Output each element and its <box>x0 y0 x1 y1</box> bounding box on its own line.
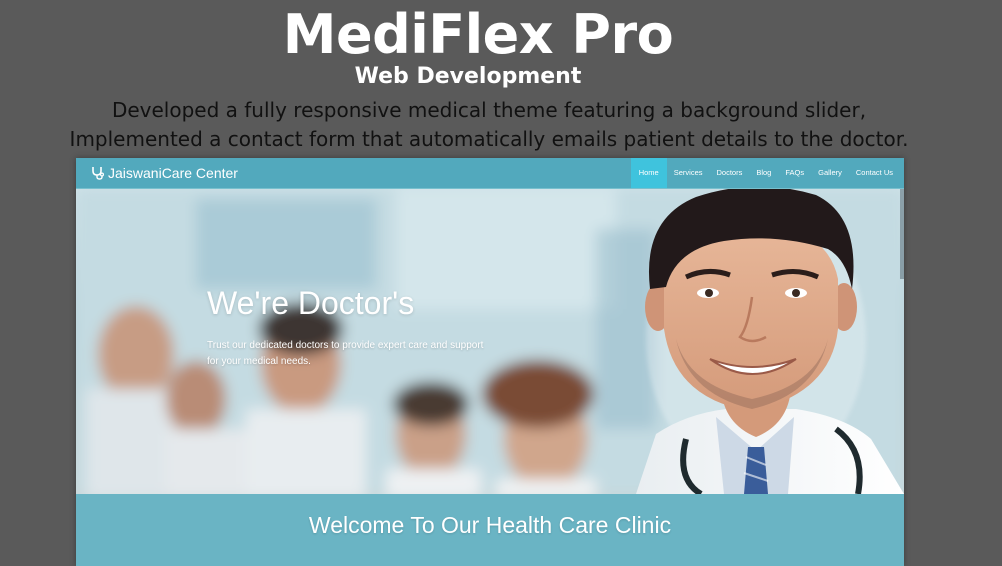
hero-text: Trust our dedicated doctors to provide e… <box>207 340 484 367</box>
nav-faqs[interactable]: FAQs <box>778 158 811 188</box>
project-description: Developed a fully responsive medical the… <box>0 96 978 154</box>
project-title: MediFlex Pro <box>282 3 674 66</box>
nav-home[interactable]: Home <box>630 158 667 188</box>
site-brand[interactable]: JaiswaniCare Center <box>91 163 238 183</box>
nav-contact-us[interactable]: Contact Us <box>849 158 900 188</box>
website-screenshot: JaiswaniCare Center Home Services Doctor… <box>76 158 904 566</box>
hero-slider: We're Doctor's Trust our dedicated docto… <box>76 189 904 494</box>
site-nav: Home Services Doctors Blog FAQs Gallery … <box>630 158 900 188</box>
site-navbar: JaiswaniCare Center Home Services Doctor… <box>76 158 904 189</box>
description-line: Implemented a contact form that automati… <box>69 127 909 151</box>
nav-doctors[interactable]: Doctors <box>710 158 750 188</box>
project-subtitle: Web Development <box>354 64 582 89</box>
nav-blog[interactable]: Blog <box>749 158 778 188</box>
hero-heading: We're Doctor's <box>207 285 415 321</box>
nav-gallery[interactable]: Gallery <box>811 158 849 188</box>
welcome-band: Welcome To Our Health Care Clinic <box>76 494 904 566</box>
nav-services[interactable]: Services <box>667 158 710 188</box>
description-line: Developed a fully responsive medical the… <box>111 98 867 122</box>
site-brand-name: JaiswaniCare Center <box>108 165 238 181</box>
welcome-heading: Welcome To Our Health Care Clinic <box>308 512 672 538</box>
stethoscope-icon <box>92 167 105 180</box>
scrollbar[interactable] <box>900 189 904 279</box>
